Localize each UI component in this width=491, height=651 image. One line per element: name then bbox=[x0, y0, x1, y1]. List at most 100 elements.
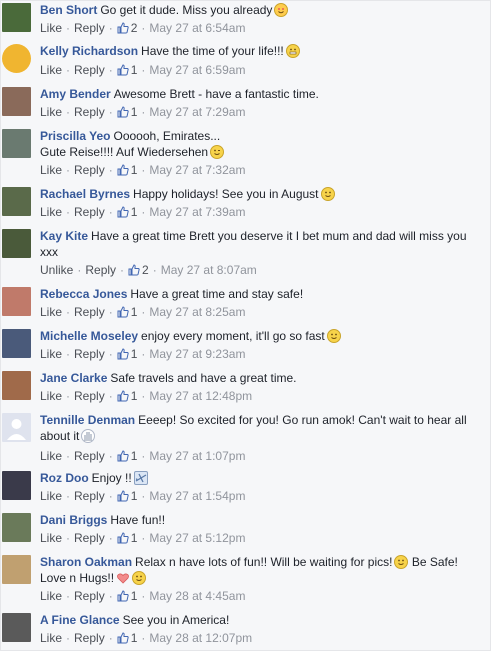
reply-link[interactable]: Reply bbox=[74, 21, 105, 35]
avatar[interactable] bbox=[2, 87, 31, 116]
like-count[interactable]: 1 bbox=[131, 205, 138, 219]
avatar[interactable] bbox=[2, 555, 31, 584]
comment-author[interactable]: Kay Kite bbox=[40, 229, 88, 243]
like-link[interactable]: Like bbox=[40, 489, 62, 503]
like-count[interactable]: 1 bbox=[131, 63, 138, 77]
thumbs-up-icon[interactable] bbox=[117, 390, 129, 402]
like-link[interactable]: Like bbox=[40, 163, 62, 177]
like-link[interactable]: Like bbox=[40, 589, 62, 603]
comment-author[interactable]: Roz Doo bbox=[40, 471, 89, 485]
like-link[interactable]: Like bbox=[40, 21, 62, 35]
thumbs-up-icon[interactable] bbox=[117, 348, 129, 360]
comment-timestamp[interactable]: May 27 at 7:32am bbox=[149, 163, 245, 177]
comment-timestamp[interactable]: May 27 at 5:12pm bbox=[149, 531, 245, 545]
comment-author[interactable]: Rachael Byrnes bbox=[40, 187, 130, 201]
thumbs-up-icon[interactable] bbox=[117, 632, 129, 644]
thumbs-up-icon[interactable] bbox=[117, 590, 129, 602]
comment-timestamp[interactable]: May 27 at 1:54pm bbox=[149, 489, 245, 503]
avatar[interactable] bbox=[2, 187, 31, 216]
reply-link[interactable]: Reply bbox=[74, 489, 105, 503]
like-count[interactable]: 1 bbox=[131, 305, 138, 319]
like-count[interactable]: 2 bbox=[142, 263, 149, 277]
reply-link[interactable]: Reply bbox=[74, 531, 105, 545]
thumbs-up-icon[interactable] bbox=[117, 306, 129, 318]
comment-author[interactable]: Ben Short bbox=[40, 3, 97, 17]
comment-author[interactable]: Dani Briggs bbox=[40, 513, 107, 527]
thumbs-up-icon[interactable] bbox=[128, 264, 140, 276]
comment-timestamp[interactable]: May 27 at 7:29am bbox=[149, 105, 245, 119]
comment-timestamp[interactable]: May 27 at 7:39am bbox=[149, 205, 245, 219]
reply-link[interactable]: Reply bbox=[74, 389, 105, 403]
smile-emoji bbox=[326, 329, 341, 343]
default-avatar-icon[interactable] bbox=[2, 413, 31, 442]
like-link[interactable]: Like bbox=[40, 389, 62, 403]
comment-author[interactable]: Michelle Moseley bbox=[40, 329, 138, 343]
thumbs-up-icon[interactable] bbox=[117, 164, 129, 176]
like-link[interactable]: Like bbox=[40, 305, 62, 319]
avatar[interactable] bbox=[2, 44, 31, 73]
reply-link[interactable]: Reply bbox=[74, 105, 105, 119]
avatar[interactable] bbox=[2, 471, 31, 500]
like-link[interactable]: Like bbox=[40, 531, 62, 545]
comment-text-after: Be Safe! bbox=[411, 555, 458, 569]
thumbs-up-icon[interactable] bbox=[117, 64, 129, 76]
thumbs-up-icon[interactable] bbox=[117, 206, 129, 218]
comment-author[interactable]: Jane Clarke bbox=[40, 371, 107, 385]
comment-timestamp[interactable]: May 27 at 9:23am bbox=[149, 347, 245, 361]
avatar[interactable] bbox=[2, 287, 31, 316]
reply-link[interactable]: Reply bbox=[74, 589, 105, 603]
like-count[interactable]: 1 bbox=[131, 489, 138, 503]
comment-author[interactable]: Kelly Richardson bbox=[40, 44, 138, 58]
like-count[interactable]: 1 bbox=[131, 389, 138, 403]
reply-link[interactable]: Reply bbox=[74, 63, 105, 77]
comment-timestamp[interactable]: May 28 at 12:07pm bbox=[149, 631, 252, 645]
avatar[interactable] bbox=[2, 613, 31, 642]
reply-link[interactable]: Reply bbox=[85, 263, 116, 277]
like-link[interactable]: Like bbox=[40, 347, 62, 361]
avatar[interactable] bbox=[2, 513, 31, 542]
thumbs-up-icon[interactable] bbox=[117, 450, 129, 462]
like-count[interactable]: 1 bbox=[131, 531, 138, 545]
reply-link[interactable]: Reply bbox=[74, 347, 105, 361]
like-link[interactable]: Like bbox=[40, 63, 62, 77]
reply-link[interactable]: Reply bbox=[74, 449, 105, 463]
comment-author[interactable]: Sharon Oakman bbox=[40, 555, 132, 569]
like-link[interactable]: Like bbox=[40, 205, 62, 219]
avatar[interactable] bbox=[2, 329, 31, 358]
avatar[interactable] bbox=[2, 229, 31, 258]
like-link[interactable]: Like bbox=[40, 449, 62, 463]
like-count[interactable]: 1 bbox=[131, 347, 138, 361]
like-link[interactable]: Like bbox=[40, 105, 62, 119]
reply-link[interactable]: Reply bbox=[74, 631, 105, 645]
like-count[interactable]: 2 bbox=[131, 21, 138, 35]
comment-timestamp[interactable]: May 27 at 6:54am bbox=[149, 21, 245, 35]
unlike-link[interactable]: Unlike bbox=[40, 263, 73, 277]
comment-timestamp[interactable]: May 27 at 12:48pm bbox=[149, 389, 252, 403]
comment-author[interactable]: Tennille Denman bbox=[40, 413, 135, 427]
avatar[interactable] bbox=[2, 129, 31, 158]
reply-link[interactable]: Reply bbox=[74, 163, 105, 177]
like-count[interactable]: 1 bbox=[131, 105, 138, 119]
like-count[interactable]: 1 bbox=[131, 449, 138, 463]
comment-timestamp[interactable]: May 27 at 8:25am bbox=[149, 305, 245, 319]
like-count[interactable]: 1 bbox=[131, 163, 138, 177]
comment-author[interactable]: Amy Bender bbox=[40, 87, 111, 101]
thumbs-up-icon[interactable] bbox=[117, 490, 129, 502]
comment-timestamp[interactable]: May 27 at 1:07pm bbox=[149, 449, 245, 463]
comment-timestamp[interactable]: May 27 at 8:07am bbox=[161, 263, 257, 277]
avatar[interactable] bbox=[2, 3, 31, 32]
avatar[interactable] bbox=[2, 371, 31, 400]
comment-author[interactable]: Priscilla Yeo bbox=[40, 129, 111, 143]
like-count[interactable]: 1 bbox=[131, 589, 138, 603]
like-count[interactable]: 1 bbox=[131, 631, 138, 645]
comment-timestamp[interactable]: May 27 at 6:59am bbox=[149, 63, 245, 77]
comment-timestamp[interactable]: May 28 at 4:45am bbox=[149, 589, 245, 603]
like-link[interactable]: Like bbox=[40, 631, 62, 645]
thumbs-up-icon[interactable] bbox=[117, 106, 129, 118]
thumbs-up-icon[interactable] bbox=[117, 532, 129, 544]
reply-link[interactable]: Reply bbox=[74, 205, 105, 219]
reply-link[interactable]: Reply bbox=[74, 305, 105, 319]
comment-author[interactable]: A Fine Glance bbox=[40, 613, 120, 627]
comment-author[interactable]: Rebecca Jones bbox=[40, 287, 127, 301]
thumbs-up-icon[interactable] bbox=[117, 22, 129, 34]
